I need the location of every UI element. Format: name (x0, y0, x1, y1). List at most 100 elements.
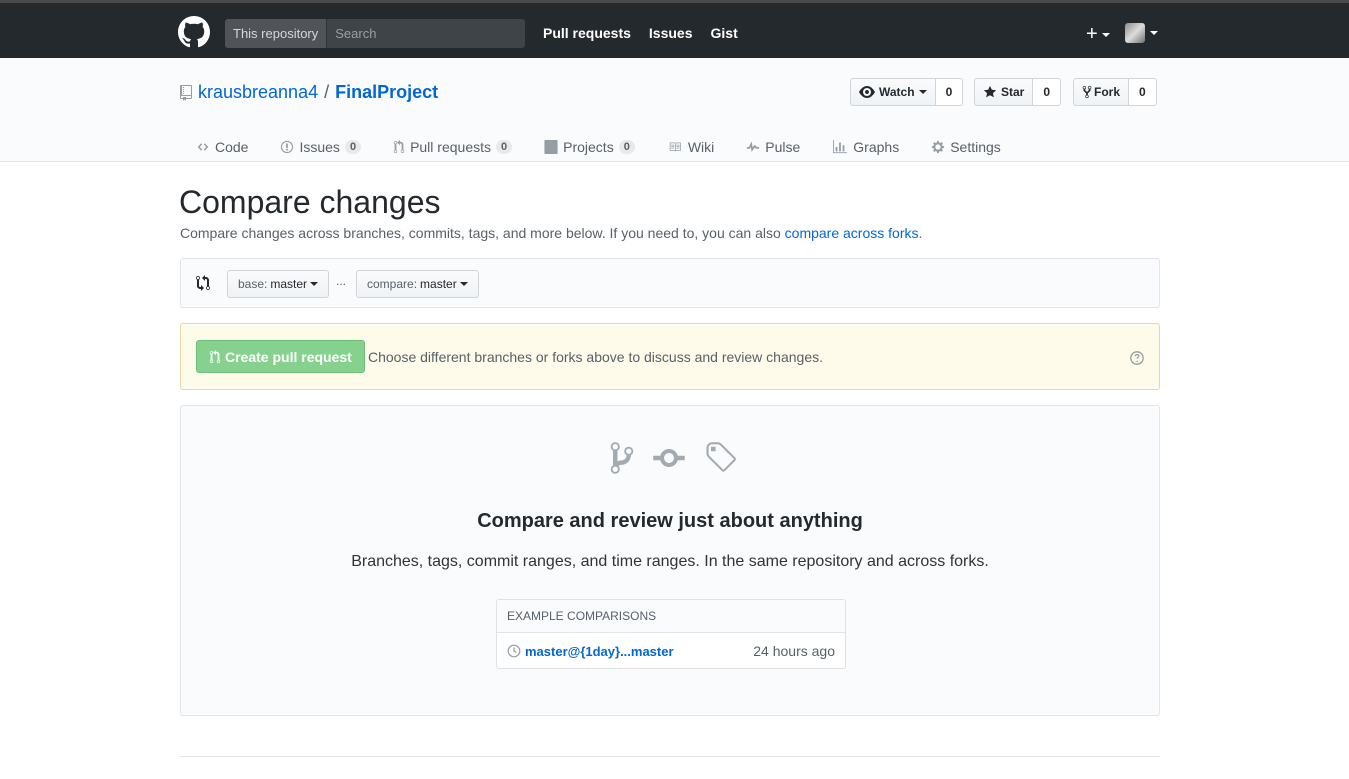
example-comparisons: EXAMPLE COMPARISONS master@{1day}...mast… (496, 599, 846, 669)
star-button[interactable]: Star (974, 78, 1034, 106)
description-text: Compare changes across branches, commits… (180, 225, 785, 241)
page-description: Compare changes across branches, commits… (180, 225, 922, 241)
nav-gist[interactable]: Gist (711, 25, 738, 41)
example-comparison-link[interactable]: master@{1day}...master (525, 644, 674, 659)
eye-icon (859, 86, 875, 98)
nav-pull-requests[interactable]: Pull requests (543, 25, 631, 41)
fork-count[interactable]: 0 (1129, 78, 1157, 106)
tab-label: Projects (563, 139, 614, 155)
repo-path-separator: / (324, 82, 330, 102)
global-nav: Pull requests Issues Gist (543, 25, 738, 41)
compare-across-forks-link[interactable]: compare across forks (785, 225, 919, 241)
global-header: This repository Pull requests Issues Gis… (0, 0, 1349, 58)
user-menu-dropdown[interactable] (1125, 23, 1158, 43)
base-label: base: (238, 277, 268, 291)
pulse-icon (747, 141, 760, 152)
issue-icon (281, 140, 294, 154)
list-item: master@{1day}...master 24 hours ago (497, 633, 845, 669)
description-suffix: . (918, 225, 923, 241)
compare-label: compare: (367, 277, 418, 291)
create-pull-request-button[interactable]: Create pull request (196, 340, 365, 373)
page-title: Compare changes (179, 184, 441, 220)
nav-issues[interactable]: Issues (649, 25, 693, 41)
git-branch-icon (610, 442, 634, 474)
watch-label: Watch (879, 85, 915, 99)
range-editor: base: master ... compare: master (180, 258, 1160, 308)
avatar (1125, 23, 1145, 43)
tab-wiki[interactable]: Wiki (651, 132, 730, 162)
blankslate-description: Branches, tags, commit ranges, and time … (351, 553, 989, 570)
tab-issues[interactable]: Issues 0 (264, 132, 377, 162)
search-bar: This repository (225, 19, 525, 48)
compare-branch-select[interactable]: compare: master (356, 270, 479, 298)
footer-divider (180, 756, 1160, 757)
base-branch-select[interactable]: base: master (227, 270, 330, 298)
tab-label: Code (215, 139, 249, 155)
chevron-down-icon (459, 282, 468, 286)
star-icon (983, 85, 997, 98)
chevron-down-icon (918, 90, 927, 94)
star-group: Star 0 (974, 78, 1062, 106)
tab-label: Wiki (687, 139, 715, 155)
tag-icon (706, 442, 736, 472)
tab-label: Settings (950, 139, 1001, 155)
code-icon (197, 143, 209, 151)
repo-name-link[interactable]: FinalProject (335, 82, 438, 103)
tab-projects[interactable]: Projects 0 (528, 132, 651, 162)
watch-count[interactable]: 0 (935, 78, 964, 106)
repo-icon (180, 84, 192, 101)
repo-nav: Code Issues 0 Pull requests 0 Projects 0… (180, 132, 1017, 162)
search-input[interactable] (327, 19, 525, 48)
base-value: master (270, 277, 308, 291)
fork-icon (1082, 85, 1092, 99)
star-label: Star (1001, 85, 1025, 99)
tab-label: Issues (299, 139, 340, 155)
create-pull-request-label: Create pull request (225, 348, 352, 365)
book-icon (669, 142, 681, 152)
clock-icon (507, 644, 521, 658)
tab-counter: 0 (618, 140, 635, 154)
gear-icon (932, 140, 945, 154)
pull-request-icon (209, 349, 221, 363)
plus-icon: + (1086, 23, 1098, 45)
fork-label: Fork (1094, 85, 1121, 99)
tab-code[interactable]: Code (180, 132, 264, 162)
chevron-down-icon (310, 282, 319, 286)
graph-icon (833, 140, 848, 154)
tab-settings[interactable]: Settings (915, 132, 1017, 162)
flash-message: Choose different branches or forks above… (368, 349, 823, 365)
tab-counter: 0 (344, 140, 362, 154)
range-ellipsis: ... (336, 274, 347, 288)
chevron-down-icon (1101, 32, 1110, 37)
tab-counter: 0 (496, 140, 513, 154)
blankslate: Compare and review just about anything B… (180, 405, 1160, 716)
pull-request-icon (393, 140, 405, 154)
tab-label: Pulse (765, 139, 801, 155)
chevron-down-icon (1150, 31, 1158, 35)
repo-owner-link[interactable]: krausbreanna4 (198, 82, 318, 103)
tab-pulse[interactable]: Pulse (730, 132, 816, 162)
question-icon[interactable] (1130, 351, 1144, 365)
create-new-dropdown[interactable]: + (1086, 23, 1110, 46)
fork-button[interactable]: Fork (1073, 78, 1130, 106)
repo-title: krausbreanna4 / FinalProject (180, 82, 438, 103)
swap-compare-icon[interactable] (196, 275, 212, 291)
star-count[interactable]: 0 (1033, 78, 1062, 106)
search-scope-label[interactable]: This repository (225, 19, 328, 48)
tab-label: Graphs (853, 139, 900, 155)
repo-header: krausbreanna4 / FinalProject Watch 0 Sta… (0, 58, 1349, 162)
compare-value: master (420, 277, 457, 291)
example-comparison-time: 24 hours ago (753, 643, 835, 659)
fork-group: Fork 0 (1073, 78, 1157, 106)
watch-group: Watch 0 (850, 78, 964, 106)
compare-flash: Create pull request Choose different bra… (180, 323, 1160, 390)
tab-label: Pull requests (410, 139, 491, 155)
git-commit-icon (653, 449, 685, 467)
tab-graphs[interactable]: Graphs (816, 132, 915, 162)
example-comparisons-header: EXAMPLE COMPARISONS (497, 600, 845, 633)
github-logo-icon[interactable] (178, 16, 210, 48)
blankslate-title: Compare and review just about anything (477, 510, 863, 532)
project-icon (544, 140, 558, 154)
tab-pull-requests[interactable]: Pull requests 0 (377, 132, 528, 162)
watch-button[interactable]: Watch (850, 78, 936, 106)
